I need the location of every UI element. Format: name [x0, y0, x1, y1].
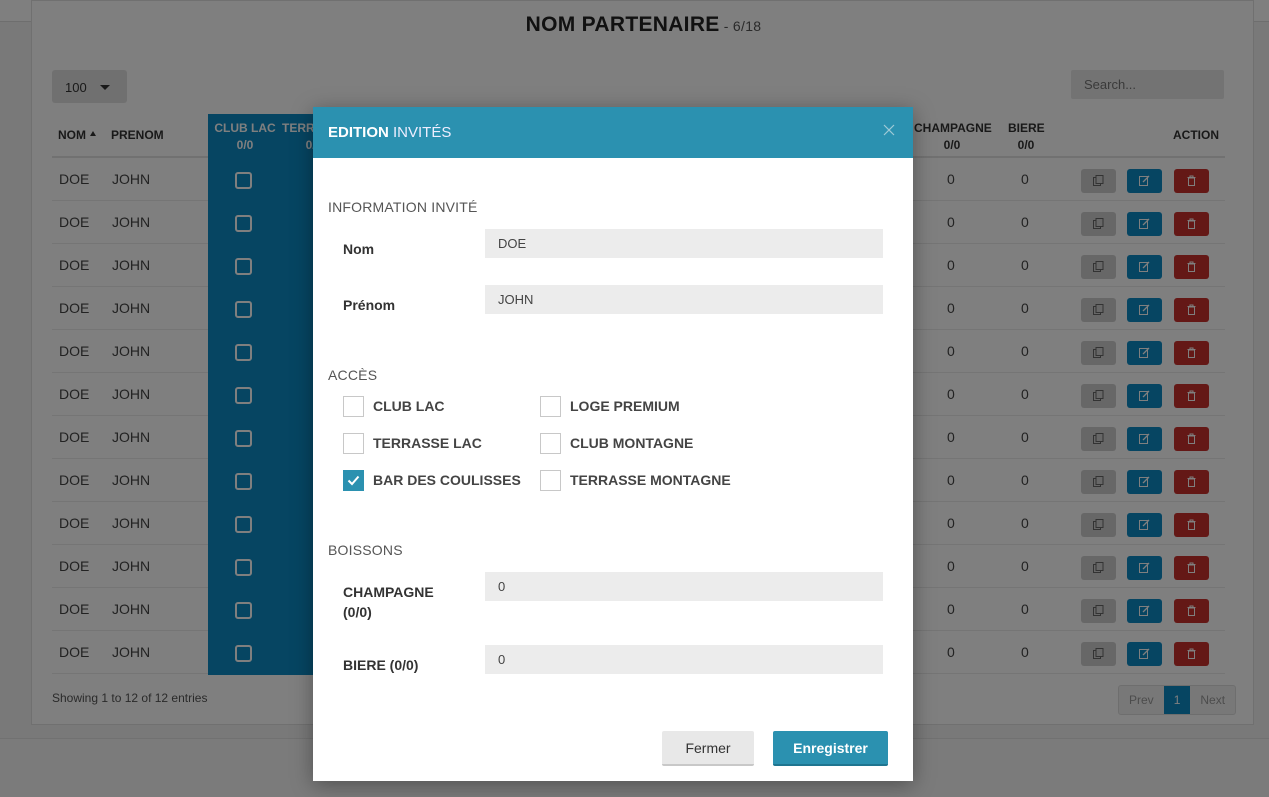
acces-checkbox[interactable]	[540, 470, 561, 491]
prenom-input[interactable]	[485, 285, 883, 314]
modal-title-rest: INVITÉS	[388, 124, 452, 141]
acces-checkbox[interactable]	[343, 433, 364, 454]
close-button[interactable]: Fermer	[662, 731, 754, 766]
acces-checkbox-label[interactable]: CLUB MONTAGNE	[570, 435, 693, 451]
section-title-acces: ACCÈS	[328, 367, 378, 383]
prenom-label: Prénom	[343, 297, 396, 313]
close-icon[interactable]	[883, 123, 899, 139]
section-title-boissons: BOISSONS	[328, 542, 403, 558]
modal-title-bold: EDITION	[328, 124, 389, 141]
acces-checkbox-label[interactable]: LOGE PREMIUM	[570, 398, 680, 414]
biere-label: BIERE (0/0)	[343, 657, 419, 673]
acces-checkbox[interactable]	[343, 470, 364, 491]
biere-input[interactable]	[485, 645, 883, 674]
save-button[interactable]: Enregistrer	[773, 731, 888, 766]
nom-input[interactable]	[485, 229, 883, 258]
acces-checkbox-label[interactable]: BAR DES COULISSES	[373, 472, 521, 488]
champagne-input[interactable]	[485, 572, 883, 601]
acces-checkbox[interactable]	[540, 433, 561, 454]
champagne-label: CHAMPAGNE (0/0)	[343, 584, 434, 620]
acces-checkbox-label[interactable]: TERRASSE LAC	[373, 435, 482, 451]
check-icon	[347, 475, 360, 486]
section-title-info: INFORMATION INVITÉ	[328, 199, 478, 215]
acces-checkbox-label[interactable]: CLUB LAC	[373, 398, 445, 414]
nom-label: Nom	[343, 241, 375, 257]
acces-checkbox[interactable]	[540, 396, 561, 417]
acces-checkbox-label[interactable]: TERRASSE MONTAGNE	[570, 472, 731, 488]
modal-header: EDITION INVITÉS	[313, 107, 913, 158]
edit-guest-modal: EDITION INVITÉS INFORMATION INVITÉ Nom P…	[313, 107, 913, 781]
acces-checkbox[interactable]	[343, 396, 364, 417]
